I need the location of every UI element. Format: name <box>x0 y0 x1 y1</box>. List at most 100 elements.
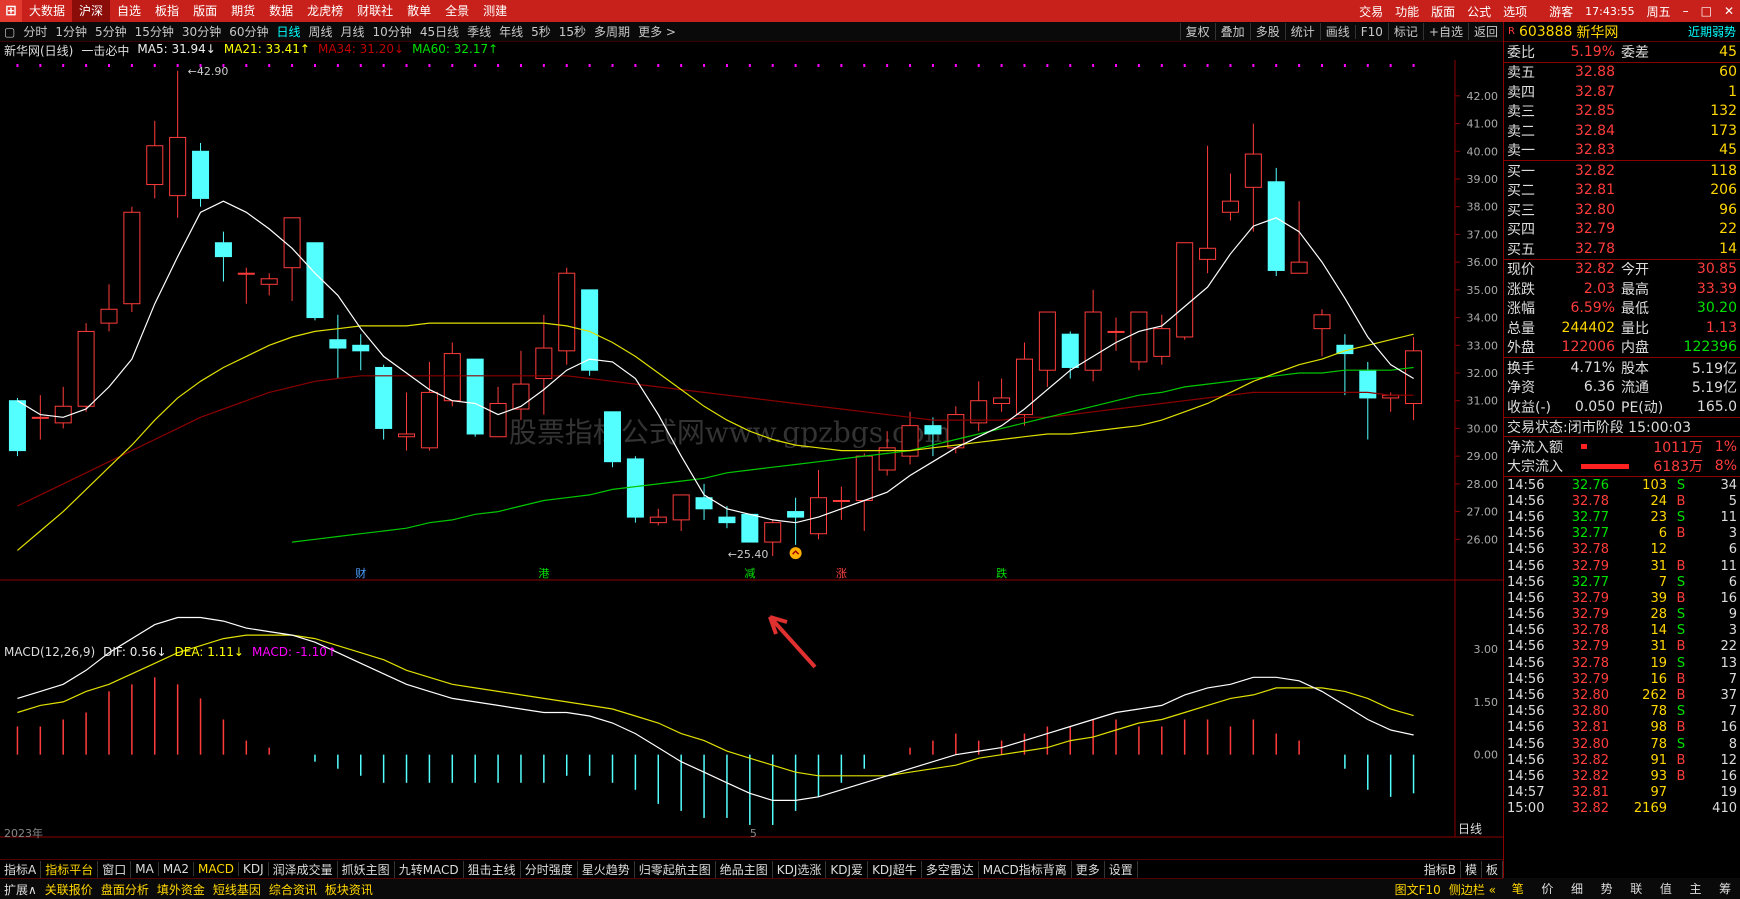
right-tab-2[interactable]: 细 <box>1571 880 1583 897</box>
indicator-tab-19[interactable]: MACD指标背离 <box>979 860 1072 878</box>
tick-row: 14:56 32.79 31 B 11 <box>1504 558 1740 574</box>
period-3[interactable]: 15分钟 <box>131 23 178 40</box>
toolbar-button-5[interactable]: F10 <box>1354 24 1388 39</box>
indicator-tab-7[interactable]: 润泽成交量 <box>269 860 338 878</box>
candle-body <box>8 400 26 452</box>
ext-tab-4[interactable]: 短线基因 <box>209 881 265 898</box>
toolbar-button-1[interactable]: 叠加 <box>1214 23 1250 40</box>
menu-right-4[interactable]: 选项 <box>1497 3 1533 20</box>
indicator-tab-6[interactable]: KDJ <box>239 862 269 876</box>
menu-item-8[interactable]: 财联社 <box>350 0 400 22</box>
menu-item-11[interactable]: 测建 <box>476 0 514 22</box>
toolbar-button-8[interactable]: 返回 <box>1467 23 1503 40</box>
toolbar-button-7[interactable]: +自选 <box>1422 23 1468 40</box>
ext-tab-2[interactable]: 盘面分析 <box>97 881 153 898</box>
indicator-tab-16[interactable]: KDJ爱 <box>826 860 869 878</box>
right-tab-4[interactable]: 联 <box>1630 880 1642 897</box>
candle-body <box>1015 358 1033 416</box>
toolbar-button-0[interactable]: 复权 <box>1179 23 1215 40</box>
tick-price: 32.79 <box>1571 607 1609 623</box>
menu-item-3[interactable]: 板指 <box>148 0 186 22</box>
menu-item-6[interactable]: 数据 <box>262 0 300 22</box>
right-tab-6[interactable]: 主 <box>1690 880 1702 897</box>
period-16[interactable]: 更多 > <box>634 23 680 40</box>
menu-right-3[interactable]: 公式 <box>1461 3 1497 20</box>
indicator-right-1[interactable]: 模 <box>1461 860 1482 878</box>
menu-item-9[interactable]: 散单 <box>400 0 438 22</box>
right-tab-1[interactable]: 价 <box>1541 880 1553 897</box>
indicator-tab-4[interactable]: MA2 <box>159 862 195 876</box>
layout-icon[interactable]: ▢ <box>0 25 19 39</box>
close-icon[interactable]: ✕ <box>1718 4 1740 18</box>
period-12[interactable]: 年线 <box>495 23 527 40</box>
indicator-tab-1[interactable]: 指标平台 <box>41 860 99 878</box>
menu-item-5[interactable]: 期货 <box>224 0 262 22</box>
indicator-tab-18[interactable]: 多空雷达 <box>922 860 979 878</box>
period-6[interactable]: 日线 <box>272 23 304 40</box>
tick-list[interactable]: 14:56 32.76 103 S 34 14:56 32.78 24 B 5 14:56 32.77… <box>1504 476 1740 817</box>
period-14[interactable]: 15秒 <box>555 23 590 40</box>
ext-tab-0[interactable]: 扩展∧ <box>0 881 41 898</box>
ext-right-1[interactable]: 侧边栏 « <box>1445 881 1500 898</box>
toolbar-button-6[interactable]: 标记 <box>1387 23 1423 40</box>
period-15[interactable]: 多周期 <box>590 23 634 40</box>
menu-item-1[interactable]: 沪深 <box>72 0 111 22</box>
period-5[interactable]: 60分钟 <box>225 23 272 40</box>
indicator-tab-12[interactable]: 星火趋势 <box>578 860 635 878</box>
kline-chart[interactable]: 26.00 27.00 28.00 29.00 30.00 31.00 32.00 33.00… <box>0 42 1503 842</box>
indicator-tab-11[interactable]: 分时强度 <box>521 860 578 878</box>
menu-item-4[interactable]: 版面 <box>186 0 224 22</box>
indicator-tab-14[interactable]: 绝品主图 <box>716 860 773 878</box>
indicator-tab-13[interactable]: 归零起航主图 <box>635 860 716 878</box>
period-7[interactable]: 周线 <box>305 23 337 40</box>
ext-tab-1[interactable]: 关联报价 <box>41 881 97 898</box>
indicator-tab-9[interactable]: 九转MACD <box>395 860 464 878</box>
indicator-tab-3[interactable]: MA <box>131 862 159 876</box>
menu-right-2[interactable]: 版面 <box>1425 3 1461 20</box>
ext-tab-5[interactable]: 综合资讯 <box>265 881 321 898</box>
ext-right-0[interactable]: 图文F10 <box>1391 881 1445 898</box>
user-label[interactable]: 游客 <box>1543 3 1579 20</box>
stat-value: 6.36 <box>1583 379 1615 396</box>
indicator-tab-21[interactable]: 设置 <box>1105 860 1138 878</box>
indicator-tab-15[interactable]: KDJ选涨 <box>773 860 827 878</box>
right-tab-3[interactable]: 势 <box>1601 880 1613 897</box>
menu-item-7[interactable]: 龙虎榜 <box>300 0 350 22</box>
menu-item-2[interactable]: 自选 <box>110 0 148 22</box>
tick-volume: 78 <box>1650 736 1667 752</box>
toolbar-button-4[interactable]: 画线 <box>1319 23 1355 40</box>
ext-tab-3[interactable]: 填外资金 <box>153 881 209 898</box>
indicator-tab-8[interactable]: 抓妖主图 <box>338 860 395 878</box>
toolbar-button-2[interactable]: 多股 <box>1249 23 1285 40</box>
indicator-tab-5[interactable]: MACD <box>194 862 239 876</box>
menu-item-0[interactable]: 大数据 <box>22 0 72 22</box>
period-2[interactable]: 5分钟 <box>91 23 131 40</box>
indicator-tab-20[interactable]: 更多 <box>1072 860 1105 878</box>
candle-body <box>1130 311 1148 363</box>
period-8[interactable]: 月线 <box>337 23 369 40</box>
ext-tab-6[interactable]: 板块资讯 <box>321 881 377 898</box>
right-tab-0[interactable]: 笔 <box>1512 880 1524 897</box>
period-11[interactable]: 季线 <box>463 23 495 40</box>
right-tab-5[interactable]: 值 <box>1660 880 1672 897</box>
period-13[interactable]: 5秒 <box>527 23 555 40</box>
indicator-tab-0[interactable]: 指标A <box>0 860 42 878</box>
period-4[interactable]: 30分钟 <box>178 23 225 40</box>
period-0[interactable]: 分时 <box>19 23 51 40</box>
indicator-tab-10[interactable]: 狙击主线 <box>464 860 521 878</box>
maximize-icon[interactable]: □ <box>1695 4 1718 18</box>
period-1[interactable]: 1分钟 <box>51 23 91 40</box>
period-9[interactable]: 10分钟 <box>369 23 416 40</box>
indicator-tab-17[interactable]: KDJ超牛 <box>868 860 922 878</box>
menu-item-10[interactable]: 全景 <box>438 0 476 22</box>
indicator-tab-2[interactable]: 窗口 <box>98 860 132 878</box>
toolbar-button-3[interactable]: 统计 <box>1284 23 1320 40</box>
period-10[interactable]: 45日线 <box>416 23 463 40</box>
menu-right-0[interactable]: 交易 <box>1353 3 1389 20</box>
indicator-right-0[interactable]: 指标B <box>1420 860 1461 878</box>
menu-right-1[interactable]: 功能 <box>1389 3 1425 20</box>
app-logo-icon[interactable]: ⊞ <box>0 0 22 22</box>
right-tab-7[interactable]: 筹 <box>1719 880 1731 897</box>
minimize-icon[interactable]: – <box>1677 4 1695 18</box>
indicator-right-2[interactable]: 板 <box>1482 860 1503 878</box>
